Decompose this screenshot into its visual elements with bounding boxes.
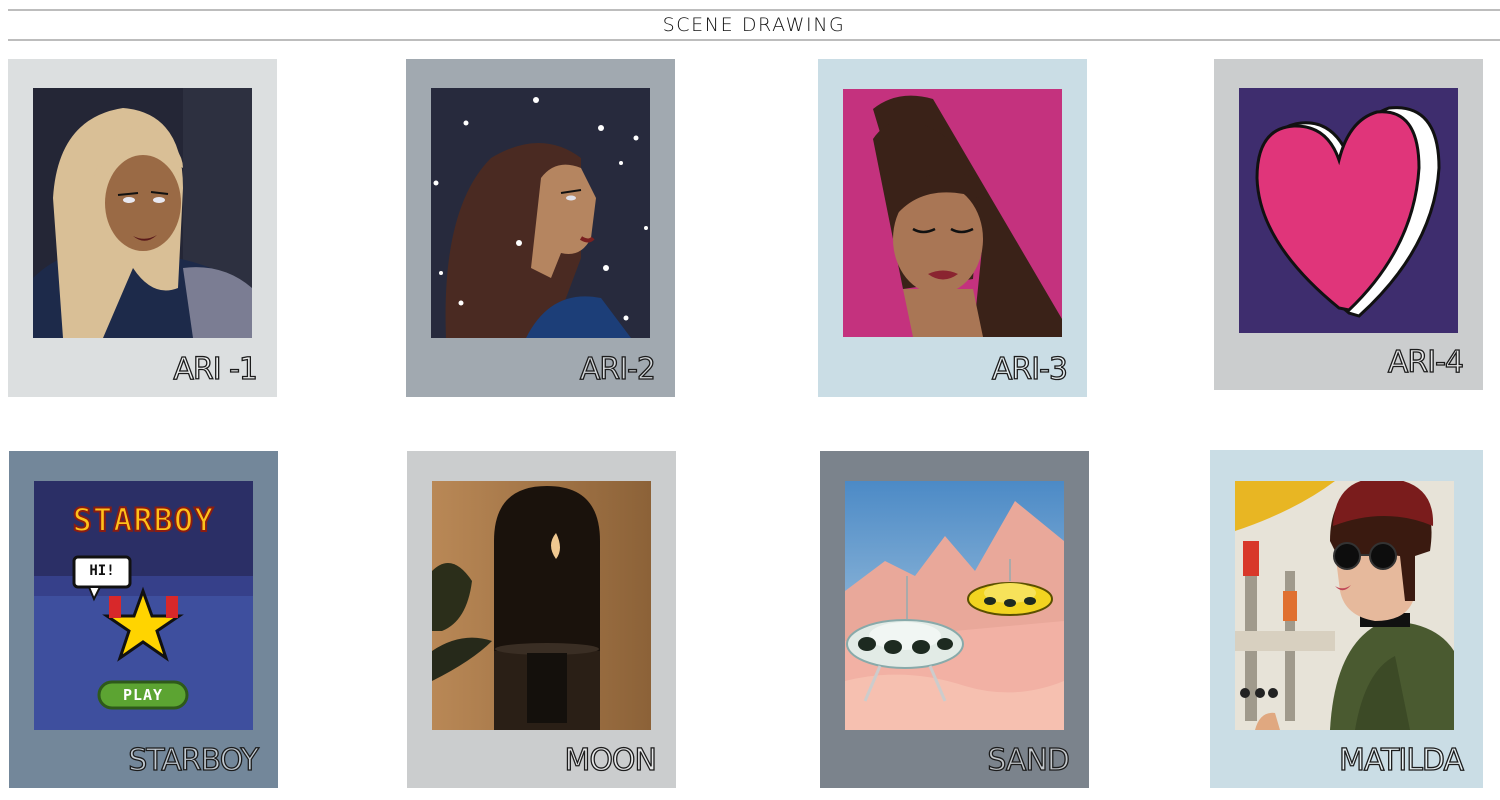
starboy-bubble-text: HI! <box>89 563 115 579</box>
artwork-ari-3 <box>843 89 1062 337</box>
gallery-card-starboy[interactable]: STARBOY HI! PLAY STARBOY <box>9 451 278 788</box>
gallery-card-ari-4[interactable]: ARI-4 <box>1214 59 1483 390</box>
gallery-card-ari-1[interactable]: ARI -1 <box>8 59 277 397</box>
artwork-moon <box>432 481 651 730</box>
gallery-card-sand[interactable]: SAND <box>820 451 1089 788</box>
artwork-ari-2 <box>431 88 650 338</box>
card-caption: ARI-2 <box>579 351 656 387</box>
gallery-card-moon[interactable]: MOON <box>407 451 676 788</box>
card-caption: MATILDA <box>1338 742 1464 778</box>
artwork-ari-1 <box>33 88 252 338</box>
gallery-card-matilda[interactable]: MATILDA <box>1210 450 1483 788</box>
artwork-matilda <box>1235 481 1454 730</box>
card-caption: MOON <box>564 742 658 778</box>
artwork-sand <box>845 481 1064 730</box>
page-header: SCENE DRAWING <box>8 9 1500 41</box>
gallery-card-ari-2[interactable]: ARI-2 <box>406 59 675 397</box>
card-caption: ARI-4 <box>1387 344 1464 380</box>
artwork-starboy: STARBOY HI! PLAY <box>34 481 253 730</box>
gallery-card-ari-3[interactable]: ARI-3 <box>818 59 1087 397</box>
card-caption: SAND <box>987 742 1071 778</box>
card-caption: ARI-3 <box>991 351 1068 387</box>
card-caption: STARBOY <box>128 742 260 778</box>
starboy-play-button: PLAY <box>122 686 164 704</box>
card-caption: ARI -1 <box>173 351 259 387</box>
starboy-title-text: STARBOY <box>72 500 215 540</box>
artwork-ari-4 <box>1239 88 1458 333</box>
page-title: SCENE DRAWING <box>662 14 846 36</box>
